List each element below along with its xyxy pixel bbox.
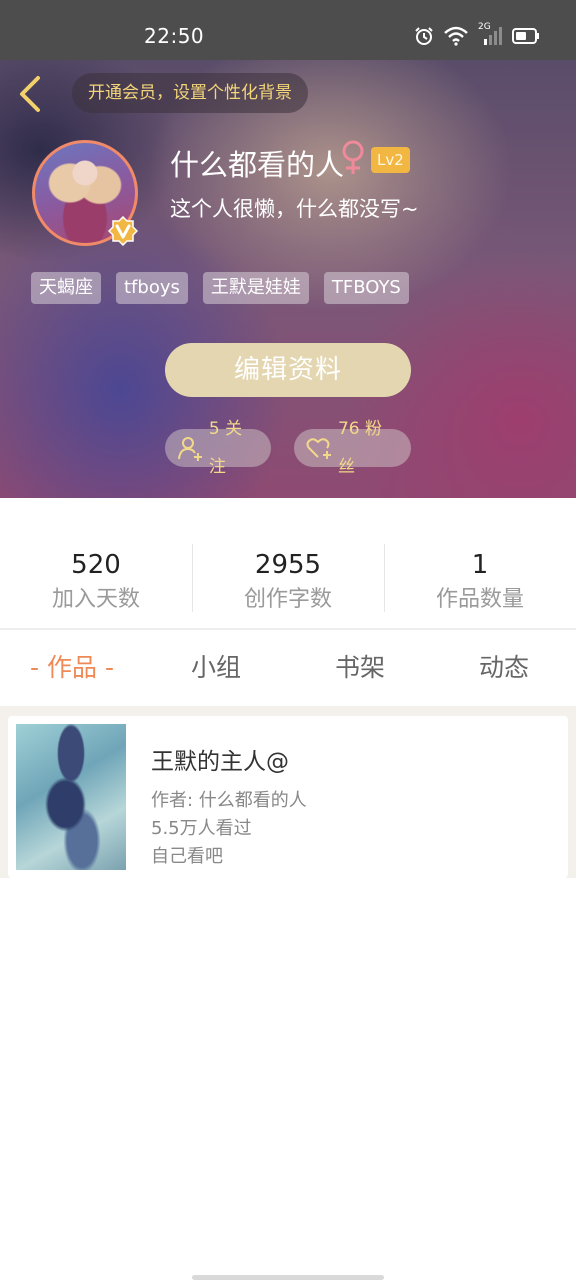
tag-item[interactable]: 王默是娃娃	[202, 272, 309, 304]
stat-value: 520	[71, 550, 121, 580]
fans-button[interactable]: 76 粉丝	[294, 419, 411, 477]
tab-activity[interactable]: 动态	[432, 630, 576, 706]
stat-label: 创作字数	[243, 587, 332, 612]
stats-row: 520 加入天数 2955 创作字数 1 作品数量	[0, 530, 576, 628]
status-time: 22:50	[144, 24, 205, 48]
stat-join-days: 520 加入天数	[0, 530, 192, 628]
tab-groups[interactable]: 小组	[144, 630, 288, 706]
home-indicator[interactable]	[192, 1275, 384, 1280]
chevron-left-icon	[20, 76, 40, 112]
vip-background-prompt[interactable]: 开通会员，设置个性化背景	[72, 73, 308, 113]
tag-item[interactable]: 天蝎座	[31, 272, 101, 304]
fans-count: 76 粉丝	[337, 419, 383, 477]
tag-item[interactable]: TFBOYS	[323, 272, 409, 304]
female-gender-icon	[342, 140, 364, 174]
tag-item[interactable]: tfboys	[116, 272, 188, 304]
stat-works-count: 1 作品数量	[384, 530, 576, 628]
stat-value: 2955	[254, 550, 322, 580]
profile-header: 开通会员，设置个性化背景 什么都看的人 Lv2 这个人很懒，什么都没写~ 天蝎座…	[0, 60, 576, 498]
battery-icon	[512, 28, 539, 44]
level-badge: Lv2	[371, 147, 410, 173]
work-card[interactable]: 王默的主人@ 作者: 什么都看的人 5.5万人看过 自己看吧	[8, 716, 568, 878]
stat-word-count: 2955 创作字数	[192, 530, 384, 628]
tab-works[interactable]: - 作品 -	[0, 630, 144, 706]
work-cover-image[interactable]	[16, 724, 126, 870]
stat-value: 1	[471, 550, 489, 580]
tag-list: 天蝎座 tfboys 王默是娃娃 TFBOYS	[31, 272, 409, 304]
following-count: 5 关注	[208, 419, 243, 477]
signal-icon: 2G	[478, 22, 502, 46]
edit-profile-button[interactable]: 编辑资料	[165, 343, 411, 397]
add-user-icon	[178, 437, 202, 461]
avatar-container[interactable]	[32, 140, 138, 246]
work-views: 5.5万人看过	[151, 818, 252, 839]
username: 什么都看的人	[170, 148, 345, 182]
works-list: 王默的主人@ 作者: 什么都看的人 5.5万人看过 自己看吧	[0, 706, 576, 878]
tab-bar: - 作品 - 小组 书架 动态	[0, 630, 576, 706]
work-author: 作者: 什么都看的人	[151, 790, 307, 811]
status-bar: 22:50 2G	[0, 0, 576, 60]
tab-bookshelf[interactable]: 书架	[288, 630, 432, 706]
verified-badge-icon	[108, 216, 138, 246]
heart-plus-icon	[306, 438, 331, 459]
status-icons: 2G	[414, 22, 540, 46]
alarm-icon	[415, 27, 433, 45]
stat-label: 作品数量	[435, 587, 524, 612]
work-description: 自己看吧	[151, 846, 223, 867]
stat-label: 加入天数	[51, 587, 140, 612]
wifi-icon	[444, 26, 468, 46]
work-title[interactable]: 王默的主人@	[151, 742, 289, 776]
following-button[interactable]: 5 关注	[165, 419, 271, 477]
bio-text: 这个人很懒，什么都没写~	[170, 197, 419, 221]
back-button[interactable]	[14, 74, 48, 114]
